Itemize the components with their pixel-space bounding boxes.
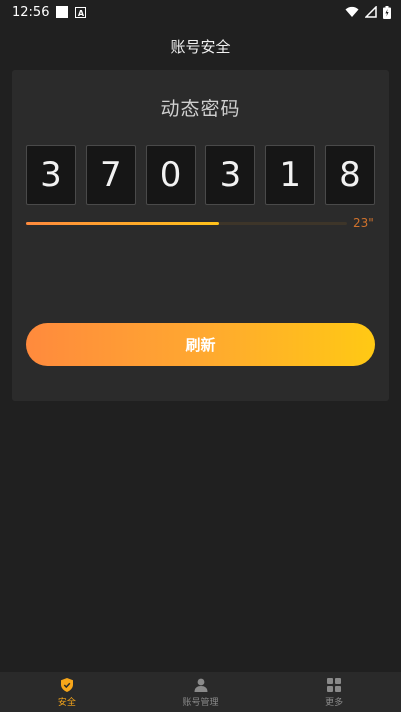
otp-digit: 8 [324,145,375,205]
nav-label-more: 更多 [325,697,344,708]
countdown-progress-track [26,222,347,225]
nav-item-account-management[interactable]: 账号管理 [134,672,268,712]
grid-icon [327,677,342,692]
shield-icon [60,677,73,692]
person-icon [194,678,207,692]
otp-card: 动态密码 3 7 0 3 1 8 23" 刷新 [12,70,389,401]
signal-icon [365,6,377,18]
wifi-icon [345,6,359,17]
nav-label-security: 安全 [57,697,76,708]
nav-item-more[interactable]: 更多 [267,672,401,712]
nav-item-security[interactable]: 安全 [0,672,134,712]
otp-digit: 3 [26,145,76,205]
notification-square-icon [56,6,69,18]
countdown-text: 23" [353,216,374,230]
refresh-button[interactable]: 刷新 [26,323,375,366]
status-right [345,5,391,19]
status-left: 12:56 A [12,4,87,20]
page-title: 账号安全 [170,37,231,56]
otp-title: 动态密码 [160,98,241,120]
status-time: 12:56 [12,4,50,20]
battery-icon [383,5,391,19]
app-title-bar: 账号安全 [0,24,401,68]
otp-digit: 3 [205,145,256,205]
otp-digit: 7 [85,145,136,205]
status-bar: 12:56 A [0,0,401,24]
otp-digit: 0 [145,145,196,205]
countdown-progress-fill [26,222,219,225]
otp-digit-row: 3 7 0 3 1 8 [26,145,375,207]
nav-label-account-management: 账号管理 [182,697,219,708]
notification-a-icon: A [75,6,87,18]
bottom-nav: 安全 账号管理 更多 [0,672,401,712]
otp-digit: 1 [265,145,316,205]
